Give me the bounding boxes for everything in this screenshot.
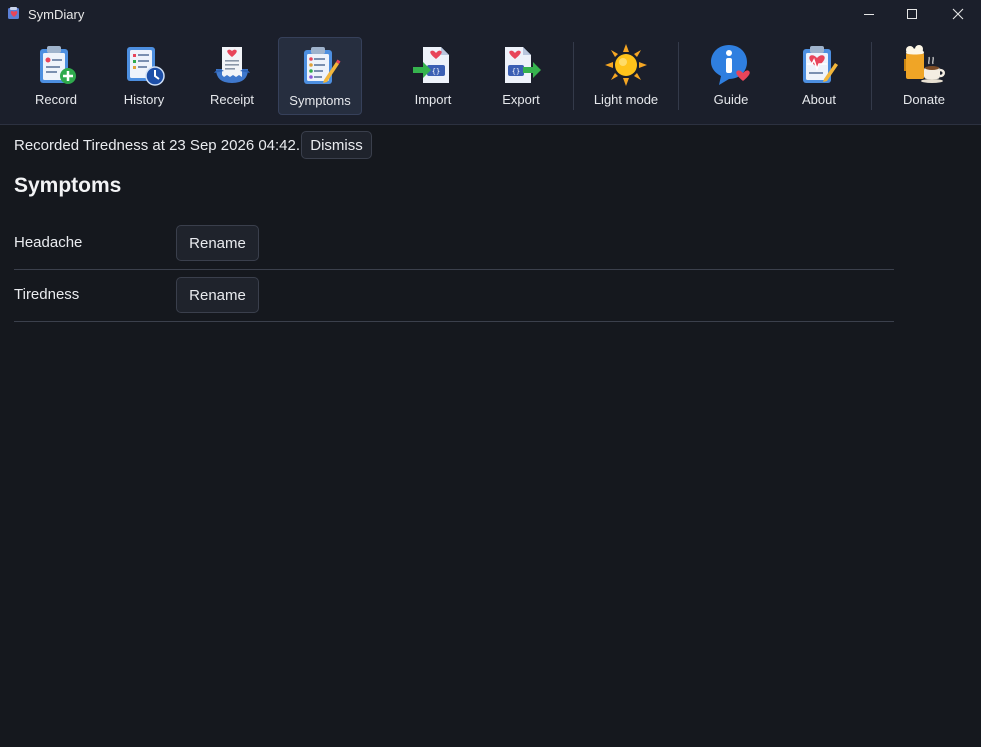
symptoms-clipboard-icon <box>304 47 341 84</box>
rename-button[interactable]: Rename <box>176 277 259 313</box>
minimize-button[interactable] <box>846 0 892 28</box>
toolbar: Record History Receipt Symptoms {} Impor… <box>0 28 981 125</box>
notification: Recorded Tiredness at 23 Sep 2026 04:42. <box>14 131 300 159</box>
symptom-name: Headache <box>14 234 83 251</box>
about-clipboard-icon <box>803 46 838 83</box>
maximize-button[interactable] <box>889 0 935 28</box>
export-icon: {} <box>505 47 541 83</box>
symptom-name: Tiredness <box>14 286 80 303</box>
notification-text: Recorded Tiredness at 23 Sep 2026 04:42. <box>14 136 301 154</box>
toolbar-guide-button[interactable]: Guide <box>689 37 773 115</box>
toolbar-donate-button[interactable]: Donate <box>882 37 966 115</box>
toolbar-import-button[interactable]: {} Import <box>391 37 475 115</box>
dismiss-button[interactable]: Dismiss <box>301 131 372 159</box>
rename-button[interactable]: Rename <box>176 225 259 261</box>
toolbar-about-label: About <box>802 92 836 107</box>
close-button[interactable] <box>935 0 981 28</box>
toolbar-lightmode-button[interactable]: Light mode <box>584 37 668 115</box>
toolbar-history-button[interactable]: History <box>102 37 186 115</box>
toolbar-receipt-label: Receipt <box>209 92 255 107</box>
toolbar-export-button[interactable]: {} Export <box>479 37 563 115</box>
receipt-icon <box>214 47 250 83</box>
maximize-icon <box>907 9 917 19</box>
minimize-icon <box>864 14 874 15</box>
toolbar-import-label: Import <box>414 92 452 107</box>
history-clock-icon <box>127 47 165 86</box>
list-item: Tiredness Rename <box>14 269 894 322</box>
toolbar-about-button[interactable]: About <box>777 37 861 115</box>
page-title: Symptoms <box>14 174 122 197</box>
svg-text:{}: {} <box>512 68 520 76</box>
toolbar-history-label: History <box>123 92 165 107</box>
info-icon <box>711 45 750 85</box>
toolbar-record-button[interactable]: Record <box>14 37 98 115</box>
toolbar-donate-label: Donate <box>903 92 945 107</box>
sun-icon <box>605 44 647 86</box>
toolbar-separator <box>871 42 872 110</box>
beer-coffee-icon <box>904 45 945 83</box>
import-icon: {} <box>413 47 449 83</box>
toolbar-guide-label: Guide <box>713 92 749 107</box>
record-clipboard-icon <box>40 46 76 84</box>
toolbar-record-label: Record <box>35 92 77 107</box>
close-icon <box>952 8 964 20</box>
toolbar-export-label: Export <box>502 92 540 107</box>
toolbar-lightmode-label: Light mode <box>593 92 659 107</box>
toolbar-symptoms-label: Symptoms <box>289 93 351 108</box>
window-title: SymDiary <box>28 7 85 22</box>
svg-text:{}: {} <box>432 68 440 76</box>
list-item: Headache Rename <box>14 217 894 270</box>
toolbar-receipt-button[interactable]: Receipt <box>190 37 274 115</box>
toolbar-separator <box>573 42 574 110</box>
app-icon <box>8 7 19 19</box>
toolbar-symptoms-button[interactable]: Symptoms <box>278 37 362 115</box>
title-bar: SymDiary <box>0 0 981 28</box>
toolbar-separator <box>678 42 679 110</box>
